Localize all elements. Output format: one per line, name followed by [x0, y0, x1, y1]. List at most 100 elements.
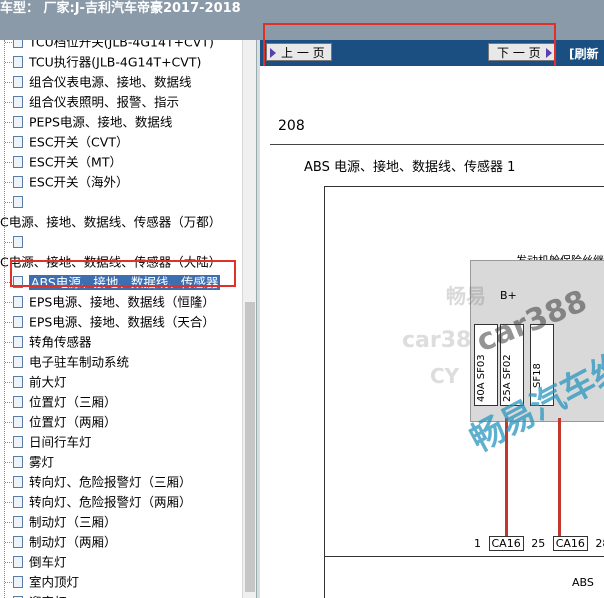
connector-code: CA16	[552, 536, 588, 551]
abs-module-label: ABS	[572, 576, 594, 589]
tree-item[interactable]: ESC开关（MT）	[13, 153, 122, 171]
wire-red-1	[505, 418, 508, 536]
tree-item-label: 日间行车灯	[29, 434, 92, 450]
tree-item-label: 转向灯、危险报警灯（三厢）	[29, 474, 192, 490]
document-icon	[13, 475, 23, 488]
tree-item[interactable]: 雾灯	[13, 453, 54, 471]
tree-connector-line	[5, 442, 12, 443]
tree-item-label: 前大灯	[29, 374, 67, 390]
diagram-viewer[interactable]: 208 ABS 电源、接地、数据线、传感器 1 发动机舱保险丝继 B+ 40A …	[260, 66, 604, 598]
connector-pin: 25	[531, 537, 546, 550]
tree-item[interactable]: 组合仪表电源、接地、数据线	[13, 73, 192, 91]
diagram-tree: TCU档位开关(JLB-4G14T+CVT) TCU执行器(JLB-4G14T+C…	[0, 40, 242, 598]
tree-connector-line	[5, 62, 12, 63]
tree-guide-line	[4, 40, 5, 598]
document-icon	[13, 495, 23, 508]
tree-connector-line	[5, 482, 12, 483]
document-icon	[13, 375, 23, 388]
tree-item[interactable]: 制动灯（三厢）	[13, 513, 117, 531]
document-icon	[13, 515, 23, 528]
tree-scrollbar[interactable]	[242, 40, 256, 598]
tree-connector-line	[5, 422, 12, 423]
tree-connector-line	[5, 202, 12, 203]
tree-item-label: 雾灯	[29, 454, 55, 470]
tree-item-label: 组合仪表电源、接地、数据线	[29, 74, 192, 90]
tree-connector-line	[5, 382, 12, 383]
tree-connector-line	[5, 162, 12, 163]
connector-pin: 1	[474, 537, 481, 550]
tree-item-label: C电源、接地、数据线、传感器（万都）	[0, 214, 222, 230]
connector-row: 1 CA16 25 CA16 28 C	[474, 536, 604, 552]
document-icon	[13, 335, 23, 348]
document-icon	[13, 355, 23, 368]
tree-item[interactable]	[13, 193, 29, 211]
document-icon	[13, 535, 23, 548]
tree-item[interactable]: 日间行车灯	[13, 433, 92, 451]
connector-code: CA16	[488, 536, 524, 551]
tree-item[interactable]: 制动灯（两厢）	[13, 533, 117, 551]
fuse-sf02-label: 25A SF02	[502, 354, 513, 402]
tree-item[interactable]: 组合仪表照明、报警、指示	[13, 93, 179, 111]
document-icon	[13, 435, 23, 448]
tree-item[interactable]: EPS电源、接地、数据线（恒隆）	[13, 293, 215, 311]
tree-connector-line	[5, 562, 12, 563]
vehicle-title: 车型： 厂家:J-吉利汽车帝豪2017-2018	[0, 1, 241, 16]
tree-item[interactable]: 室内顶灯	[13, 573, 79, 591]
tree-item[interactable]: 转向灯、危险报警灯（两厢）	[13, 493, 192, 511]
tree-item[interactable]: EPS电源、接地、数据线（天合）	[13, 313, 215, 331]
document-icon	[13, 315, 23, 328]
tree-item-label: 转向灯、危险报警灯（两厢）	[29, 494, 192, 510]
tree-item-label: 转角传感器	[29, 334, 92, 350]
tree-item[interactable]: 位置灯（三厢）	[13, 393, 117, 411]
tree-connector-line	[5, 322, 12, 323]
tree-item[interactable]: 位置灯（两厢）	[13, 413, 117, 431]
tree-item-label: ESC开关（MT）	[29, 154, 122, 170]
tree-item-label: ESC开关（海外）	[29, 174, 129, 190]
tree-item[interactable]: 前大灯	[13, 373, 67, 391]
tree-item[interactable]: 倒车灯	[13, 553, 67, 571]
tree-item[interactable]: 迎宾灯	[13, 593, 67, 598]
tree-item[interactable]: ESC开关（海外）	[13, 173, 129, 191]
tree-connector-line	[5, 402, 12, 403]
tree-item-label: EPS电源、接地、数据线（天合）	[29, 314, 215, 330]
tree-connector-line	[5, 302, 12, 303]
tree-item[interactable]: PEPS电源、接地、数据线	[13, 113, 172, 131]
tree-item-label: 制动灯（三厢）	[29, 514, 117, 530]
document-icon	[13, 295, 23, 308]
tree-connector-line	[5, 362, 12, 363]
tree-item-label: TCU执行器(JLB-4G14T+CVT)	[29, 54, 202, 70]
tree-connector-line	[5, 82, 12, 83]
selection-highlight-box	[10, 260, 236, 287]
tree-item-label: 室内顶灯	[29, 574, 80, 590]
tree-connector-line	[5, 522, 12, 523]
tree-item[interactable]: 转向灯、危险报警灯（三厢）	[13, 473, 192, 491]
tree-item[interactable]: C电源、接地、数据线、传感器（万都）	[0, 213, 221, 231]
document-icon	[13, 115, 23, 128]
tree-item-label: 位置灯（三厢）	[29, 394, 117, 410]
tree-item[interactable]: 转角传感器	[13, 333, 92, 351]
tree-item-label: 倒车灯	[29, 554, 67, 570]
tree-item[interactable]: 电子驻车制动系统	[13, 353, 129, 371]
tree-item[interactable]: ESC开关（CVT）	[13, 133, 128, 151]
tree-item[interactable]	[13, 233, 29, 251]
refresh-link[interactable]: [刷新	[569, 45, 599, 62]
document-icon	[13, 155, 23, 168]
document-icon	[13, 455, 23, 468]
tree-connector-line	[5, 502, 12, 503]
document-icon	[13, 95, 23, 108]
tree-scrollbar-thumb[interactable]	[245, 302, 255, 592]
tree-connector-line	[5, 142, 12, 143]
header-rule	[270, 144, 604, 145]
tree-item-label: ESC开关（CVT）	[29, 134, 129, 150]
tree-connector-line	[5, 542, 12, 543]
abs-module	[324, 556, 604, 598]
tree-item-label: TCU档位开关(JLB-4G14T+CVT)	[29, 40, 214, 50]
document-icon	[13, 55, 23, 68]
document-icon	[13, 195, 23, 208]
tree-item[interactable]: TCU档位开关(JLB-4G14T+CVT)	[13, 40, 214, 51]
tree-item-label: PEPS电源、接地、数据线	[29, 114, 173, 130]
document-icon	[13, 395, 23, 408]
tree-item[interactable]: TCU执行器(JLB-4G14T+CVT)	[13, 53, 201, 71]
fuse-sf18-label: SF18	[532, 363, 543, 388]
tree-item-label: 电子驻车制动系统	[29, 354, 130, 370]
